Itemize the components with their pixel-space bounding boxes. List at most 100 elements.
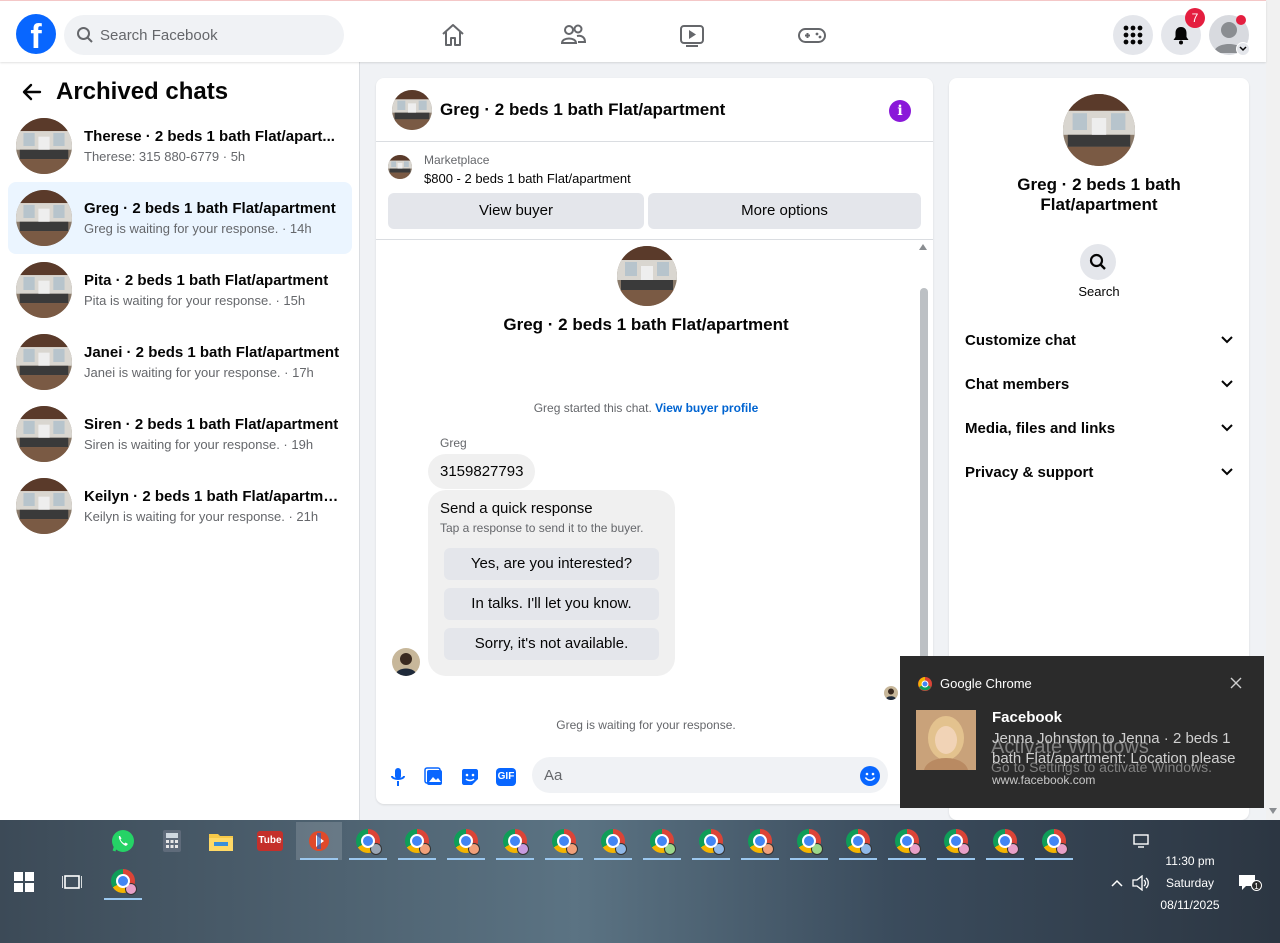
media-files-links-row[interactable]: Media, files and links (957, 408, 1241, 448)
page-scrollbar[interactable] (1266, 0, 1280, 820)
running-underline (888, 858, 926, 860)
quick-reply-not-available[interactable]: Sorry, it's not available. (444, 628, 659, 660)
running-underline (104, 898, 142, 900)
running-underline (1035, 858, 1073, 860)
chrome-icon (993, 829, 1019, 855)
chat-list-item-siren[interactable]: Siren · 2 beds 1 bath Flat/apartment Sir… (8, 398, 352, 470)
toast-message: Jenna Johnston to Jenna · 2 beds 1 bath … (992, 730, 1236, 767)
quick-reply-in-talks[interactable]: In talks. I'll let you know. (444, 588, 659, 620)
chrome-profile-13[interactable] (933, 822, 979, 860)
running-underline (496, 858, 534, 860)
chat-members-row[interactable]: Chat members (957, 364, 1241, 404)
view-buyer-profile-link[interactable]: View buyer profile (655, 401, 758, 415)
home-icon[interactable] (423, 15, 483, 55)
scroll-up-arrow[interactable] (919, 244, 927, 250)
running-underline (594, 858, 632, 860)
message-bubble[interactable]: 3159827793 (428, 454, 536, 489)
chat-list-item-janei[interactable]: Janei · 2 beds 1 bath Flat/apartment Jan… (8, 326, 352, 398)
chevron-up-icon[interactable] (1108, 874, 1126, 892)
listing-thumbnail (388, 155, 412, 179)
friends-icon[interactable] (543, 15, 603, 55)
search-in-chat-button[interactable] (1080, 244, 1116, 280)
volume-icon[interactable] (1132, 874, 1150, 892)
chrome-profile-9[interactable] (737, 822, 783, 860)
file-explorer-icon[interactable] (198, 822, 244, 860)
chrome-profile-3[interactable] (443, 822, 489, 860)
chrome-icon (846, 829, 872, 855)
chrome-profile-5[interactable] (541, 822, 587, 860)
sticker-icon[interactable] (458, 765, 482, 789)
running-underline (349, 858, 387, 860)
chrome-pinned-active[interactable] (100, 862, 146, 900)
chrome-icon (405, 829, 431, 855)
message-input[interactable] (532, 757, 888, 793)
chat-list-item-greg[interactable]: Greg · 2 beds 1 bath Flat/apartment Greg… (8, 182, 352, 254)
youtube-app-icon[interactable]: Tube (247, 822, 293, 860)
action-center-count: 1 (1251, 880, 1262, 891)
privacy-support-row[interactable]: Privacy & support (957, 452, 1241, 492)
running-underline (839, 858, 877, 860)
sender-photo (916, 710, 976, 770)
facebook-logo[interactable]: f (16, 14, 56, 54)
whatsapp-icon[interactable] (100, 822, 146, 860)
chrome-profile-1[interactable] (345, 822, 391, 860)
chrome-icon (650, 829, 676, 855)
listing-title[interactable]: $800 - 2 beds 1 bath Flat/apartment (424, 171, 631, 186)
listing-thumbnail (16, 118, 72, 174)
emoji-icon[interactable] (860, 766, 880, 786)
close-icon[interactable] (1226, 673, 1246, 693)
gif-icon[interactable]: GIF (496, 768, 516, 786)
chrome-profile-15[interactable] (1031, 822, 1077, 860)
view-buyer-button[interactable]: View buyer (388, 193, 644, 229)
info-icon[interactable]: i (889, 100, 911, 122)
chrome-profile-6[interactable] (590, 822, 636, 860)
chrome-profile-11[interactable] (835, 822, 881, 860)
chrome-icon (356, 829, 382, 855)
profile-alert-dot (1236, 15, 1246, 25)
chat-start-notice: Greg started this chat. View buyer profi… (376, 401, 916, 415)
task-view-icon[interactable] (62, 872, 82, 892)
chat-list-item-therese[interactable]: Therese · 2 beds 1 bath Flat/apart... Th… (8, 110, 352, 182)
media-app-icon[interactable] (296, 822, 342, 860)
menu-grid-button[interactable] (1113, 15, 1153, 55)
network-icon[interactable] (1133, 832, 1151, 850)
chrome-profile-7[interactable] (639, 822, 685, 860)
back-arrow-icon[interactable] (16, 76, 48, 108)
chat-list-item-keilyn[interactable]: Keilyn · 2 beds 1 bath Flat/apartme... K… (8, 470, 352, 542)
quick-response-title: Send a quick response (440, 500, 593, 517)
photo-icon[interactable] (422, 765, 446, 789)
chevron-down-icon[interactable] (1236, 42, 1250, 56)
chrome-profile-8[interactable] (688, 822, 734, 860)
gaming-icon[interactable] (782, 15, 842, 55)
quick-reply-interested[interactable]: Yes, are you interested? (444, 548, 659, 580)
sender-avatar[interactable] (392, 648, 420, 676)
chrome-profile-10[interactable] (786, 822, 832, 860)
quick-response-subtitle: Tap a response to send it to the buyer. (440, 521, 644, 535)
search-bar[interactable] (64, 15, 344, 55)
chrome-profile-12[interactable] (884, 822, 930, 860)
grid-icon (1123, 25, 1143, 45)
chat-title[interactable]: Greg · 2 beds 1 bath Flat/apartment (440, 100, 725, 120)
chat-name: Greg · 2 beds 1 bath Flat/apartment (84, 200, 336, 217)
action-center-icon[interactable]: 1 (1237, 874, 1262, 892)
more-options-button[interactable]: More options (648, 193, 921, 229)
message-scrollbar[interactable] (920, 288, 928, 660)
scroll-down-arrow[interactable] (1269, 808, 1277, 814)
search-input[interactable] (100, 26, 320, 44)
chevron-down-icon (1221, 336, 1233, 344)
calculator-icon[interactable] (149, 822, 195, 860)
page-title: Archived chats (56, 78, 229, 105)
microphone-icon[interactable] (386, 765, 410, 789)
chrome-notification-toast[interactable]: Google Chrome Facebook Jenna Johnston to… (900, 656, 1264, 808)
chrome-profile-2[interactable] (394, 822, 440, 860)
chat-list-item-pita[interactable]: Pita · 2 beds 1 bath Flat/apartment Pita… (8, 254, 352, 326)
chrome-profile-14[interactable] (982, 822, 1028, 860)
video-icon[interactable] (662, 15, 722, 55)
windows-start-icon[interactable] (14, 872, 34, 892)
running-underline (545, 858, 583, 860)
archived-chats-sidebar: Archived chats Therese · 2 beds 1 bath F… (0, 62, 360, 820)
system-clock[interactable]: 11:30 pm Saturday 08/11/2025 (1150, 850, 1230, 916)
chrome-profile-4[interactable] (492, 822, 538, 860)
customize-chat-row[interactable]: Customize chat (957, 320, 1241, 360)
listing-thumbnail[interactable] (392, 89, 432, 130)
